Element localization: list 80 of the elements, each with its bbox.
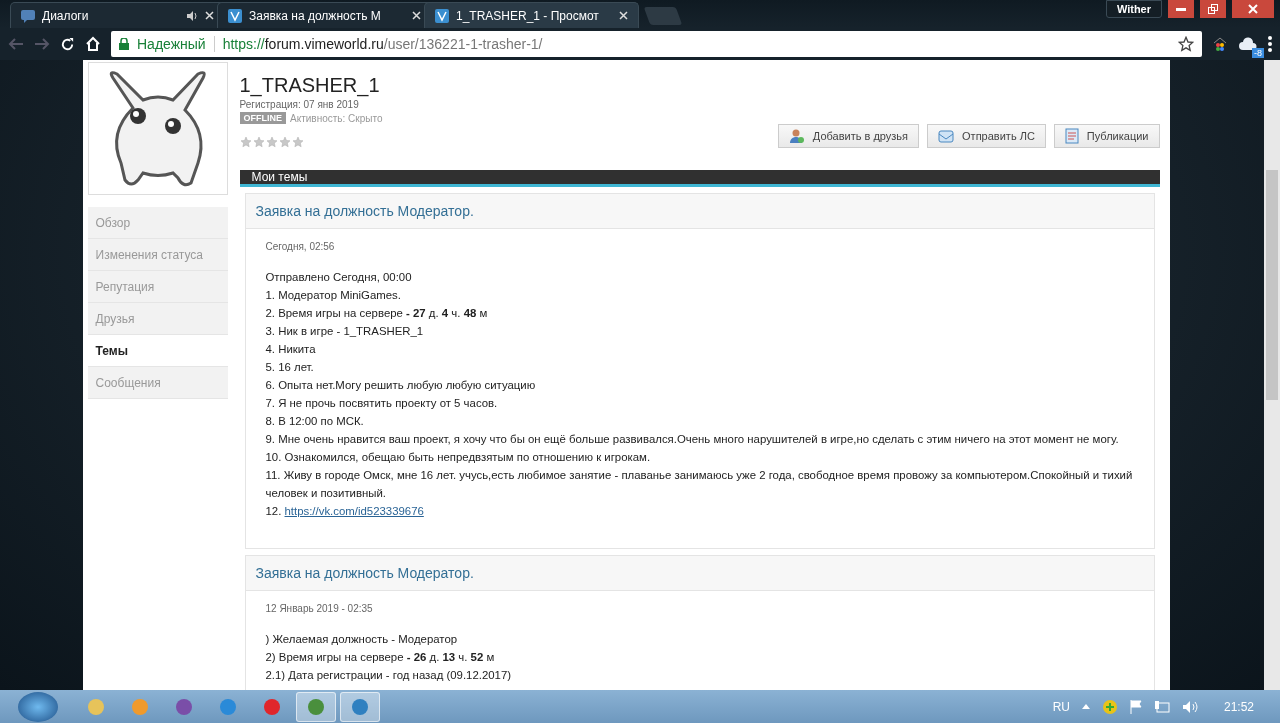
post-line: ) Желаемая должность - Модератор — [265, 632, 459, 647]
post-line: 9. Мне очень нравится ваш проект, я хочу что бы он ещё больше развивался.Очень много нарушителей в игре,но сделать с этим ничего на этот момент не могу. — [265, 432, 1120, 447]
profile-name: 1_TRASHER_1 — [239, 74, 381, 97]
restore-icon — [1208, 4, 1218, 14]
app-icon — [87, 697, 105, 716]
post-line: 4. Никита — [265, 342, 317, 357]
post-line: 2.1) Дата регистрации - год назад (09.12.2017) — [265, 668, 513, 683]
close-window-button[interactable] — [1232, 0, 1274, 18]
close-icon[interactable] — [619, 11, 628, 20]
restore-button[interactable] — [1200, 0, 1226, 18]
star-bookmark-icon[interactable] — [1178, 36, 1194, 52]
speaker-icon[interactable] — [1181, 699, 1198, 714]
post-date: 12 Январь 2019 - 02:35 — [265, 603, 374, 614]
reload-icon[interactable] — [60, 36, 75, 52]
post-line: Отправлено Сегодня, 00:00 — [265, 270, 413, 285]
person-icon — [788, 128, 805, 144]
profile-name-badge[interactable]: Wither — [1105, 0, 1162, 18]
taskbar-app[interactable] — [296, 691, 336, 722]
minimize-icon — [1176, 7, 1186, 11]
plus-circle-icon[interactable] — [1101, 698, 1118, 715]
scrollbar-thumb[interactable] — [1266, 170, 1278, 400]
minimize-button[interactable] — [1168, 0, 1194, 18]
home-icon[interactable] — [85, 36, 101, 52]
topic-title[interactable]: Заявка на должность Модератор. — [245, 556, 1154, 591]
close-icon[interactable] — [205, 11, 214, 20]
post-line: 5. 16 лет. — [265, 360, 315, 375]
status-badge: OFFLINE — [239, 112, 286, 124]
menu-dots-icon[interactable] — [1268, 36, 1272, 52]
browser-tab[interactable]: 1_TRASHER_1 - Просмот — [424, 2, 639, 28]
back-arrow-icon[interactable] — [8, 37, 24, 51]
star-icon — [291, 136, 304, 148]
post-date: Сегодня, 02:56 — [265, 241, 336, 252]
profile-action-button[interactable]: Добавить в друзья — [777, 124, 920, 148]
app-icon — [219, 697, 237, 716]
up-triangle-icon[interactable] — [1081, 704, 1090, 709]
close-icon — [1248, 4, 1258, 14]
chat-icon — [21, 8, 35, 23]
star-icon — [252, 136, 265, 148]
scrollbar[interactable] — [1264, 60, 1280, 690]
post-line: 1. Модератор MiniGames. — [265, 288, 402, 303]
star-icon — [265, 136, 278, 148]
profile-link[interactable]: https://vk.com/id523339676 — [284, 505, 424, 517]
post-line: 2) Время игры на сервере - 26 д. 13 ч. 52 м — [265, 650, 496, 665]
taskbar-app[interactable] — [340, 691, 380, 722]
app-icon — [351, 697, 369, 716]
app-icon — [307, 697, 325, 716]
profile-action-button[interactable]: Публикации — [1053, 124, 1160, 148]
forward-arrow-icon[interactable] — [34, 37, 50, 51]
post-line: 8. В 12:00 по МСК. — [265, 414, 365, 429]
lock-icon — [119, 38, 129, 50]
post-line: 11. Живу в городе Омск, мне 16 лет. учусь,есть любимое занятие - плаванье занимаюсь уже 2 года, свободное время провожу за компьютером.Спокойный и тихий человек и позитивный. — [265, 468, 1134, 501]
app-icon — [175, 697, 193, 716]
secure-label: Надежный — [137, 36, 215, 52]
star-icon — [278, 136, 291, 148]
app-icon — [131, 697, 149, 716]
url-text: https://forum.vimeworld.ru/user/136221-1-trasher-1/ — [222, 36, 544, 52]
post-line: 12. https://vk.com/id523339676 — [265, 504, 425, 519]
topic-title[interactable]: Заявка на должность Модератор. — [245, 194, 1154, 229]
new-tab-button[interactable] — [643, 7, 683, 25]
close-icon[interactable] — [412, 11, 421, 20]
app-icon — [263, 697, 281, 716]
house-apps-icon[interactable] — [1212, 36, 1228, 52]
start-button[interactable] — [18, 691, 58, 722]
post-line: 10. Ознакомился, обещаю быть непредвзятым по отношению к игрокам. — [265, 450, 652, 465]
address-bar[interactable]: Надежный https://forum.vimeworld.ru/user/136221-1-trasher-1/ — [111, 31, 1202, 57]
registration-date: Регистрация: 07 янв 2019 — [239, 99, 360, 110]
post-line: 3. Ник в игре - 1_TRASHER_1 — [265, 324, 425, 339]
cloud-icon[interactable] — [1238, 37, 1258, 51]
extension-badge: -8 — [1252, 48, 1264, 58]
flag-icon[interactable] — [1129, 699, 1142, 714]
post-line: 6. Опыта нет.Могу решить любую любую ситуацию — [265, 378, 537, 393]
star-icon — [239, 136, 252, 148]
envelope-icon — [938, 129, 955, 143]
post-line: 7. Я не прочь посвятить проекту от 5 часов. — [265, 396, 499, 411]
post-line: 2. Время игры на сервере - 27 д. 4 ч. 48 м — [265, 306, 489, 321]
profile-action-button[interactable]: Отправить ЛС — [927, 124, 1046, 148]
section-header: Мои темы — [239, 170, 1160, 187]
activity-text: Активность: Скрыто — [290, 112, 383, 124]
document-icon — [1064, 128, 1079, 144]
network-icon[interactable] — [1153, 699, 1170, 714]
